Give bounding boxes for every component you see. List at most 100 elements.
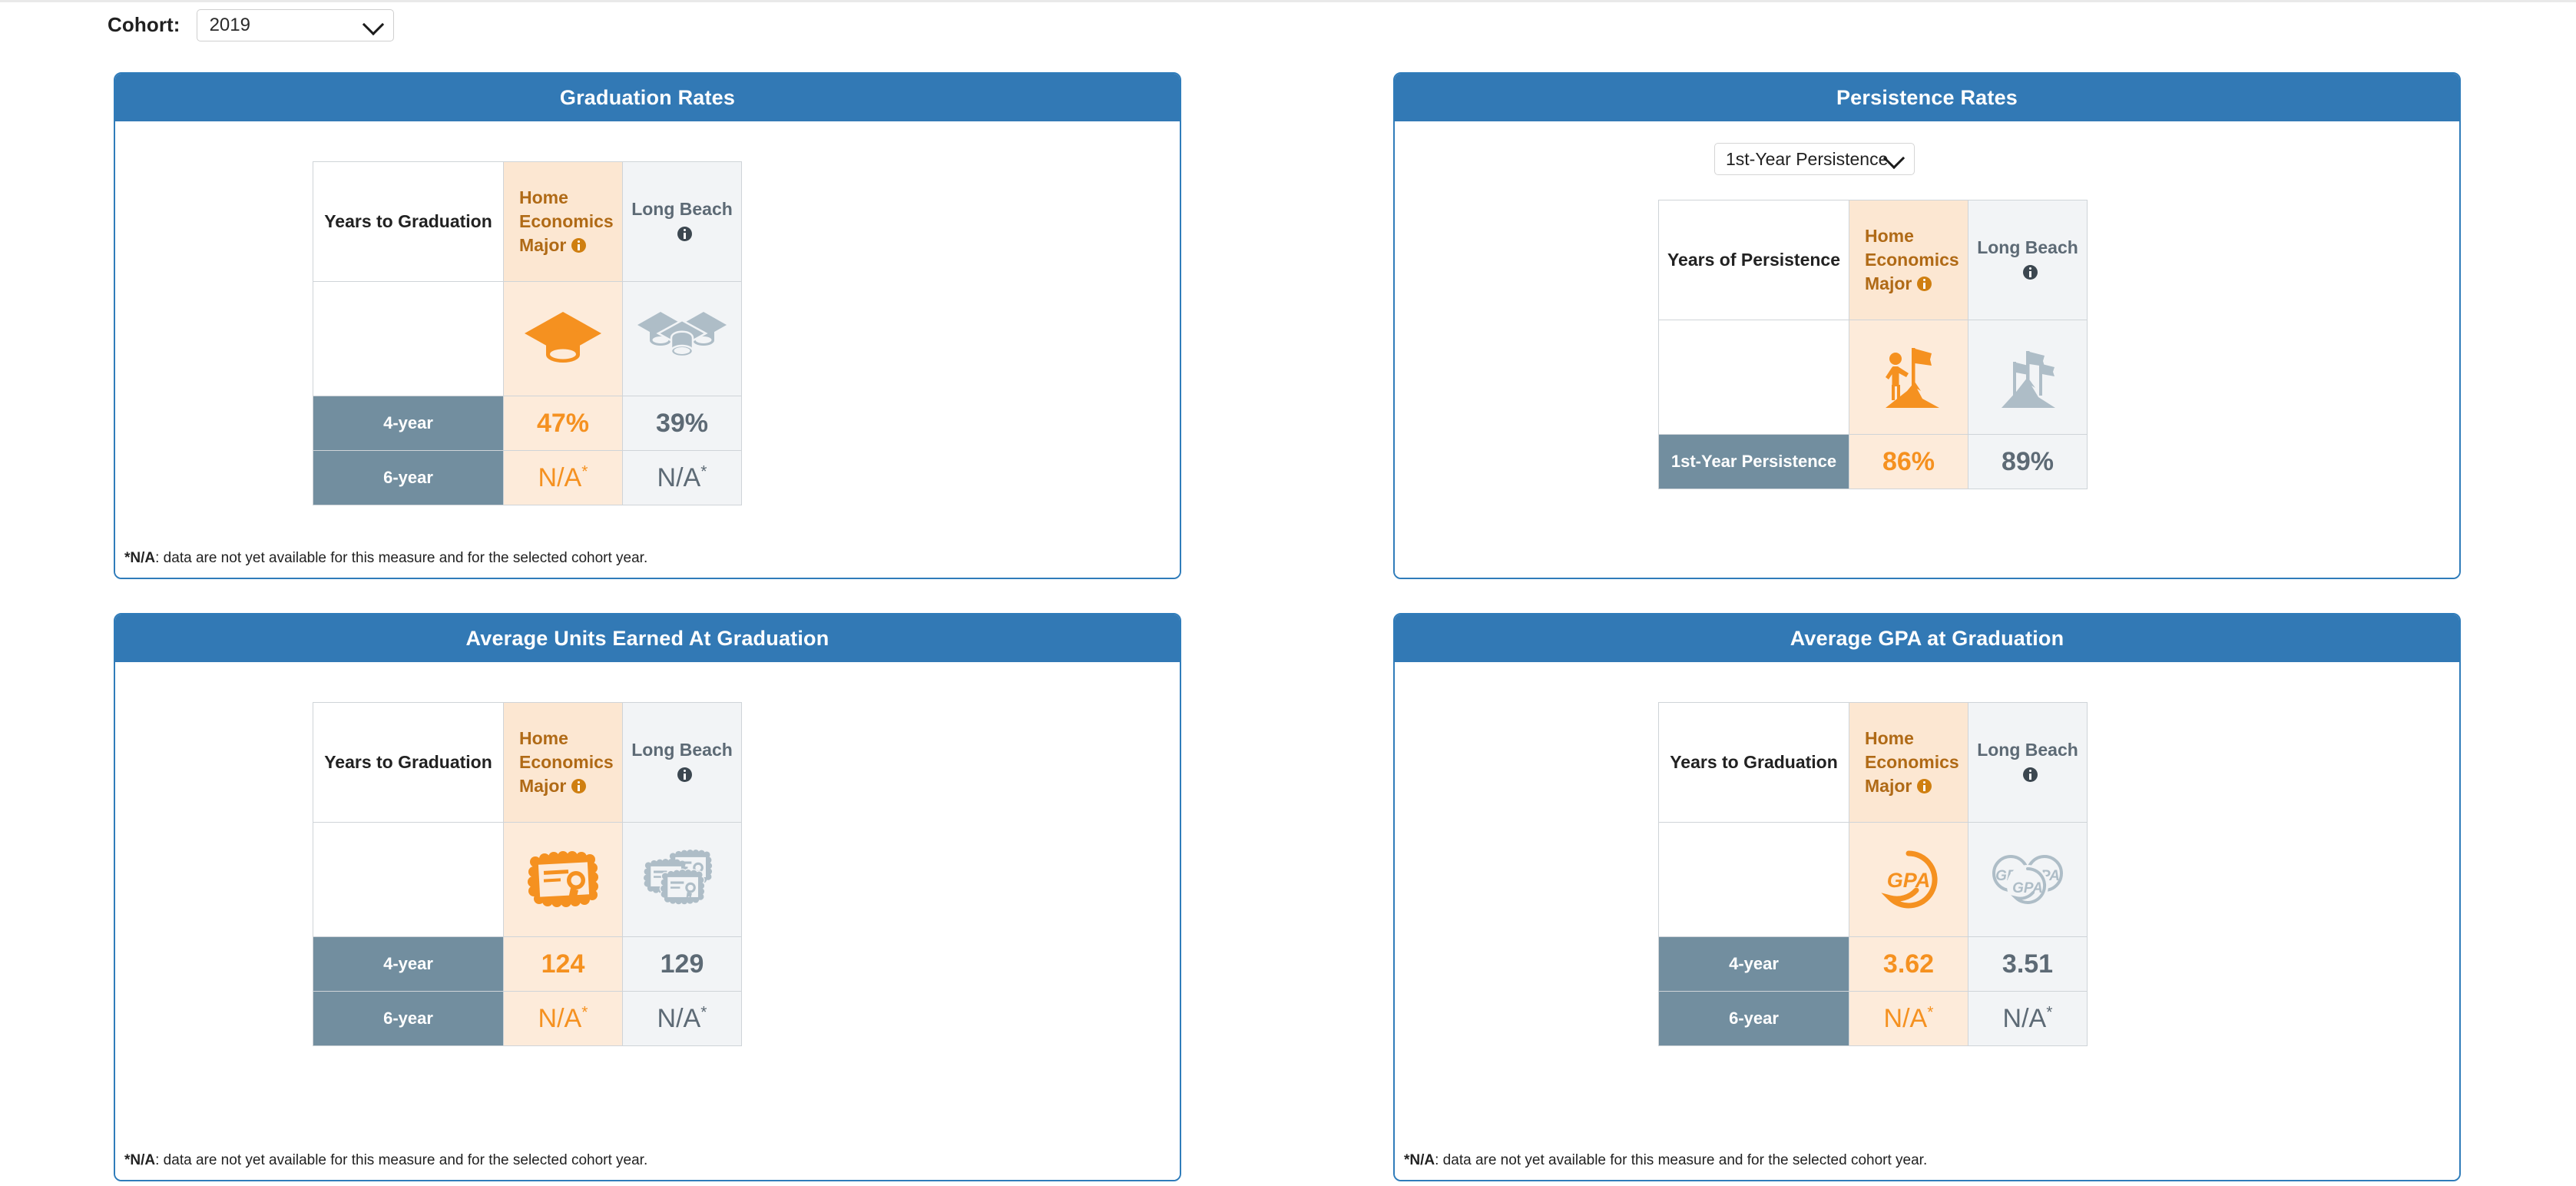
row-label: 6-year: [1658, 991, 1849, 1046]
icon-cell-empty: [1658, 822, 1849, 937]
table-icon-row: [1658, 320, 2088, 435]
footnote-marker: *N/A: [124, 550, 156, 566]
hiker-flag-peak-icon: [1886, 348, 1939, 408]
table-icon-row: GPA GPA GPA: [1658, 822, 2088, 937]
diploma-certificates-group-icon: [644, 850, 713, 906]
value-major-text: N/A: [538, 462, 582, 492]
icon-cell-longbeach: [622, 822, 742, 937]
column-header-major: Home Economics Major: [1849, 702, 1968, 823]
value-longbeach: 129: [622, 936, 742, 992]
card-body-average-units: Years to Graduation Home Economics Major…: [115, 662, 1180, 1180]
card-graduation-rates: Graduation Rates Years to Graduation Hom…: [114, 72, 1181, 579]
gpa-circle-icon: GPA: [1881, 850, 1938, 909]
persistence-measure-value: 1st-Year Persistence: [1726, 148, 1889, 169]
column-header-major: Home Economics Major: [503, 702, 623, 823]
card-average-gpa: Average GPA at Graduation Years to Gradu…: [1393, 613, 2461, 1181]
value-major: N/A*: [1849, 991, 1968, 1046]
diploma-certificate-icon: [528, 851, 598, 907]
column-header-major-label: Home Economics Major: [519, 727, 614, 797]
table-row: 6-year N/A* N/A*: [313, 991, 742, 1046]
table-header-row: Years to Graduation Home Economics Major…: [1658, 702, 2088, 823]
persistence-rates-table: Years of Persistence Home Economics Majo…: [1658, 200, 2088, 489]
column-header-major-label: Home Economics Major: [1865, 727, 1959, 797]
value-longbeach: 89%: [1968, 434, 2088, 489]
value-longbeach: N/A*: [1968, 991, 2088, 1046]
value-major-text: N/A: [1883, 1003, 1928, 1033]
table-header-row: Years of Persistence Home Economics Majo…: [1658, 200, 2088, 320]
value-major: 86%: [1849, 434, 1968, 489]
cohort-select[interactable]: 2019: [196, 8, 394, 41]
column-header-longbeach-label: Long Beach: [1977, 740, 2078, 760]
value-longbeach: 3.51: [1968, 936, 2088, 992]
card-title-average-gpa: Average GPA at Graduation: [1395, 615, 2459, 662]
svg-text:GPA: GPA: [1887, 869, 1931, 892]
card-average-units: Average Units Earned At Graduation Years…: [114, 613, 1181, 1181]
icon-cell-major: [503, 281, 623, 396]
column-header-years: Years to Graduation: [313, 702, 504, 823]
info-icon[interactable]: [2023, 264, 2038, 280]
icon-cell-longbeach: [622, 281, 742, 396]
average-units-table: Years to Graduation Home Economics Major…: [313, 702, 742, 1046]
footnote-marker: *N/A: [1404, 1152, 1435, 1168]
value-longbeach-text: N/A: [657, 462, 701, 492]
na-asterisk: *: [700, 462, 707, 481]
average-gpa-table: Years to Graduation Home Economics Major…: [1658, 702, 2088, 1046]
footnote-na: *N/A: data are not yet available for thi…: [124, 550, 647, 567]
icon-cell-major: GPA: [1849, 822, 1968, 937]
table-row: 6-year N/A* N/A*: [1658, 991, 2088, 1046]
row-label: 1st-Year Persistence: [1658, 434, 1849, 489]
table-row: 1st-Year Persistence 86% 89%: [1658, 434, 2088, 489]
column-header-major-label: Home Economics Major: [1865, 225, 1959, 294]
value-major-text: N/A: [538, 1003, 582, 1033]
info-icon[interactable]: [2023, 767, 2038, 782]
info-icon[interactable]: [677, 226, 692, 241]
info-icon[interactable]: [571, 779, 587, 794]
icon-cell-empty: [313, 822, 504, 937]
graduation-cap-icon: [525, 312, 601, 363]
card-body-graduation-rates: Years to Graduation Home Economics Major…: [115, 121, 1180, 578]
info-icon[interactable]: [1917, 277, 1932, 292]
graduation-rates-table: Years to Graduation Home Economics Major…: [313, 161, 742, 505]
cohort-label: Cohort:: [108, 13, 180, 36]
na-asterisk: *: [581, 1003, 588, 1022]
table-row: 4-year 124 129: [313, 936, 742, 992]
column-header-major-label: Home Economics Major: [519, 187, 614, 256]
value-longbeach: N/A*: [622, 991, 742, 1046]
icon-cell-empty: [313, 281, 504, 396]
value-major: 47%: [503, 396, 623, 451]
table-header-row: Years to Graduation Home Economics Major…: [313, 702, 742, 823]
footnote-na: *N/A: data are not yet available for thi…: [124, 1152, 647, 1169]
value-major: 3.62: [1849, 936, 1968, 992]
value-longbeach: 39%: [622, 396, 742, 451]
column-header-years: Years to Graduation: [313, 161, 504, 282]
column-header-longbeach: Long Beach: [1968, 200, 2088, 320]
icon-cell-major: [1849, 320, 1968, 435]
na-asterisk: *: [700, 1003, 707, 1022]
value-major: N/A*: [503, 450, 623, 505]
persistence-measure-select[interactable]: 1st-Year Persistence: [1714, 143, 1915, 175]
graduation-caps-group-icon: [637, 312, 727, 358]
info-icon[interactable]: [571, 238, 587, 253]
column-header-longbeach: Long Beach: [622, 161, 742, 282]
card-body-average-gpa: Years to Graduation Home Economics Major…: [1395, 662, 2459, 1180]
value-major: 124: [503, 936, 623, 992]
table-icon-row: [313, 281, 742, 396]
info-icon[interactable]: [1917, 779, 1932, 794]
footnote-text: : data are not yet available for this me…: [1435, 1152, 1928, 1168]
cohort-select-value: 2019: [209, 14, 250, 35]
table-icon-row: [313, 822, 742, 937]
card-title-graduation-rates: Graduation Rates: [115, 74, 1180, 121]
gpa-circles-group-icon: GPA GPA GPA: [1992, 855, 2063, 906]
na-asterisk: *: [2046, 1003, 2053, 1022]
row-label: 4-year: [1658, 936, 1849, 992]
card-body-persistence-rates: 1st-Year Persistence Years of Persistenc…: [1395, 121, 2459, 578]
row-label: 6-year: [313, 450, 504, 505]
column-header-longbeach: Long Beach: [622, 702, 742, 823]
footnote-text: : data are not yet available for this me…: [155, 1152, 648, 1168]
column-header-major: Home Economics Major: [503, 161, 623, 282]
footnote-text: : data are not yet available for this me…: [155, 550, 648, 566]
column-header-longbeach-label: Long Beach: [631, 199, 733, 220]
info-icon[interactable]: [677, 767, 692, 782]
column-header-longbeach-label: Long Beach: [631, 740, 733, 760]
flags-peak-group-icon: [2002, 351, 2055, 408]
